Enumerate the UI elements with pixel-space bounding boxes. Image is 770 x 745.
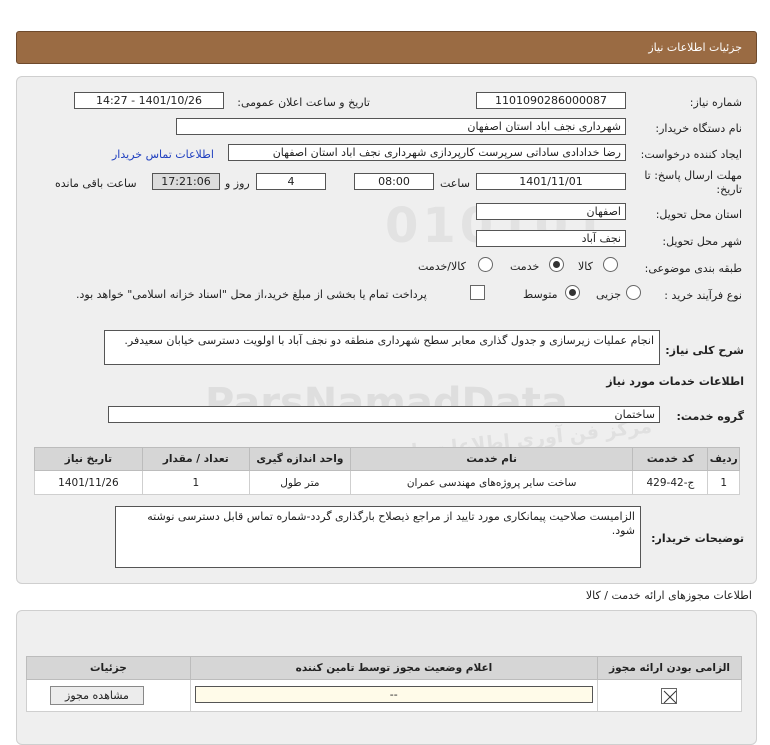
category-label: طبقه بندی موضوعی: bbox=[644, 262, 742, 275]
days-label: روز و bbox=[225, 177, 250, 190]
col-row: ردیف bbox=[707, 447, 740, 471]
treasury-payment-note: پرداخت تمام یا بخشی از مبلغ خرید،از محل … bbox=[76, 288, 427, 301]
cell-qty: 1 bbox=[141, 470, 250, 495]
services-table: تاریخ نیاز تعداد / مقدار واحد اندازه گیر… bbox=[34, 447, 740, 495]
cell-name: ساخت سایر پروژه‌های مهندسی عمران bbox=[350, 470, 634, 495]
permits-table-header: جزئیات اعلام وضعیت مجوز توسط تامین کننده… bbox=[26, 656, 742, 680]
cell-permit-required bbox=[597, 679, 742, 712]
col-permit-required: الزامی بودن ارائه مجوز bbox=[597, 656, 742, 680]
requester-label: ایجاد کننده درخواست: bbox=[640, 148, 742, 161]
process-minor-label: جزیی bbox=[596, 288, 622, 301]
col-code: کد خدمت bbox=[632, 447, 709, 471]
deadline-time-label: ساعت bbox=[440, 177, 470, 190]
city-label: شهر محل تحویل: bbox=[662, 235, 742, 248]
time-remaining-label: ساعت باقی مانده bbox=[55, 177, 137, 190]
permit-required-checkbox[interactable] bbox=[661, 688, 678, 704]
view-permit-button[interactable]: مشاهده مجوز bbox=[50, 686, 144, 705]
page-header: جزئیات اطلاعات نیاز bbox=[16, 31, 757, 64]
deadline-time-field: 08:00 bbox=[354, 173, 434, 190]
services-section-title: اطلاعات خدمات مورد نیاز bbox=[606, 375, 744, 388]
page-title: جزئیات اطلاعات نیاز bbox=[648, 41, 742, 54]
cell-date: 1401/11/26 bbox=[34, 470, 143, 495]
category-service-radio[interactable] bbox=[549, 257, 564, 272]
cell-view-permit: مشاهده مجوز bbox=[26, 679, 191, 712]
category-goods-radio[interactable] bbox=[603, 257, 618, 272]
days-remaining-field: 4 bbox=[256, 173, 326, 190]
table-row: مشاهده مجوز -- bbox=[26, 679, 742, 712]
service-group-label: گروه خدمت: bbox=[676, 410, 744, 423]
col-qty: تعداد / مقدار bbox=[141, 447, 250, 471]
process-medium-radio[interactable] bbox=[565, 285, 580, 300]
time-remaining-field: 17:21:06 bbox=[152, 173, 220, 190]
province-field: اصفهان bbox=[476, 203, 626, 220]
permits-table: جزئیات اعلام وضعیت مجوز توسط تامین کننده… bbox=[26, 656, 742, 712]
city-field: نجف آباد bbox=[476, 230, 626, 247]
description-label: شرح کلی نیاز: bbox=[665, 344, 744, 357]
process-medium-label: متوسط bbox=[523, 288, 558, 301]
category-service-label: خدمت bbox=[510, 260, 540, 273]
need-number-label: شماره نیاز: bbox=[689, 96, 742, 109]
deadline-date-field: 1401/11/01 bbox=[476, 173, 626, 190]
x-mark-icon bbox=[663, 690, 677, 704]
col-unit: واحد اندازه گیری bbox=[248, 447, 352, 471]
service-group-field: ساختمان bbox=[108, 406, 660, 423]
buyer-org-field: شهرداری نجف اباد استان اصفهان bbox=[176, 118, 626, 135]
process-minor-radio[interactable] bbox=[626, 285, 641, 300]
cell-row: 1 bbox=[707, 470, 740, 495]
col-date: تاریخ نیاز bbox=[34, 447, 143, 471]
cell-unit: متر طول bbox=[248, 470, 352, 495]
cell-code: ج-42-429 bbox=[632, 470, 709, 495]
col-supplier-status: اعلام وضعیت مجوز توسط تامین کننده bbox=[189, 656, 599, 680]
deadline-label: مهلت ارسال پاسخ: تا bbox=[644, 169, 742, 182]
description-field: انجام عملیات زیرسازی و جدول گذاری معابر … bbox=[104, 330, 660, 365]
buyer-contact-link[interactable]: اطلاعات تماس خریدار bbox=[112, 148, 214, 161]
supplier-status-field[interactable]: -- bbox=[194, 686, 593, 703]
province-label: استان محل تحویل: bbox=[655, 208, 742, 221]
requester-field: رضا خدادادی ساداتی سرپرست کارپردازی شهرد… bbox=[228, 144, 626, 161]
col-name: نام خدمت bbox=[350, 447, 634, 471]
cell-supplier-status: -- bbox=[189, 679, 599, 712]
buyer-org-label: نام دستگاه خریدار: bbox=[655, 122, 742, 135]
category-goods-service-label: کالا/خدمت bbox=[418, 260, 466, 273]
col-details: جزئیات bbox=[26, 656, 191, 680]
table-row: 1401/11/26 1 متر طول ساخت سایر پروژه‌های… bbox=[34, 470, 740, 495]
process-type-label: نوع فرآیند خرید : bbox=[664, 289, 742, 302]
buyer-notes-label: توضیحات خریدار: bbox=[651, 532, 744, 545]
category-goods-label: کالا bbox=[578, 260, 593, 273]
announce-date-field: 1401/10/26 - 14:27 bbox=[74, 92, 224, 109]
deadline-date-sub-label: تاریخ: bbox=[716, 183, 742, 196]
treasury-payment-checkbox[interactable] bbox=[470, 285, 485, 300]
buyer-notes-field: الزامیست صلاحیت پیمانکاری مورد تایید از … bbox=[115, 506, 641, 568]
need-number-field: 1101090286000087 bbox=[476, 92, 626, 109]
category-goods-service-radio[interactable] bbox=[478, 257, 493, 272]
services-table-header: تاریخ نیاز تعداد / مقدار واحد اندازه گیر… bbox=[34, 447, 740, 471]
announce-date-label: تاریخ و ساعت اعلان عمومی: bbox=[237, 96, 370, 109]
permits-section-title: اطلاعات مجوزهای ارائه خدمت / کالا bbox=[585, 589, 752, 602]
